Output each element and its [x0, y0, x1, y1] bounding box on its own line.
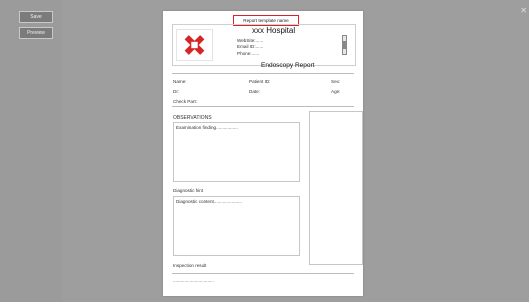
hospital-phone: Phone:......	[237, 50, 260, 56]
hospital-header: xxx Hospital WebSite:...... Email ID:...…	[172, 24, 356, 66]
sex-label: Sex:	[331, 79, 341, 84]
examination-finding-text: Examination finding.................	[176, 125, 238, 130]
divider	[172, 106, 354, 107]
inspection-result-label: Inspection result	[173, 263, 207, 268]
preview-button[interactable]: Preview	[19, 27, 53, 39]
age-label: Age:	[331, 89, 341, 94]
report-title: Endoscopy Report	[261, 62, 315, 69]
divider	[172, 273, 354, 274]
diagnostic-content-box[interactable]: Diagnostic content......................	[173, 196, 300, 256]
hospital-name: xxx Hospital	[252, 26, 296, 35]
save-button[interactable]: Save	[19, 11, 53, 23]
patient-id-label: Patient ID:	[249, 79, 271, 84]
examination-finding-box[interactable]: Examination finding.................	[173, 122, 300, 182]
report-page: Report template name xxx Hospital WebSit…	[163, 11, 363, 296]
hospital-logo-icon	[176, 29, 213, 61]
hospital-contact[interactable]: WebSite:...... Email ID:...... Phone:...…	[237, 38, 337, 57]
observations-label: OBSERVATIONS	[173, 115, 212, 121]
close-icon[interactable]: ✕	[520, 6, 527, 15]
inspection-result-value[interactable]: ................................	[173, 278, 214, 283]
image-area[interactable]	[309, 111, 363, 265]
diagnostic-content-text: Diagnostic content......................	[176, 199, 242, 204]
diagnostic-hint-label: Diagnostic hint	[173, 188, 204, 193]
divider	[172, 73, 354, 74]
name-label: Name:	[173, 79, 187, 84]
dr-label: Dr:	[173, 89, 180, 94]
contact-scrollbar[interactable]	[342, 35, 347, 55]
date-label: Date:	[249, 89, 260, 94]
side-panel: Save Preview	[0, 0, 62, 302]
check-part-label: Check Part:	[173, 99, 197, 104]
